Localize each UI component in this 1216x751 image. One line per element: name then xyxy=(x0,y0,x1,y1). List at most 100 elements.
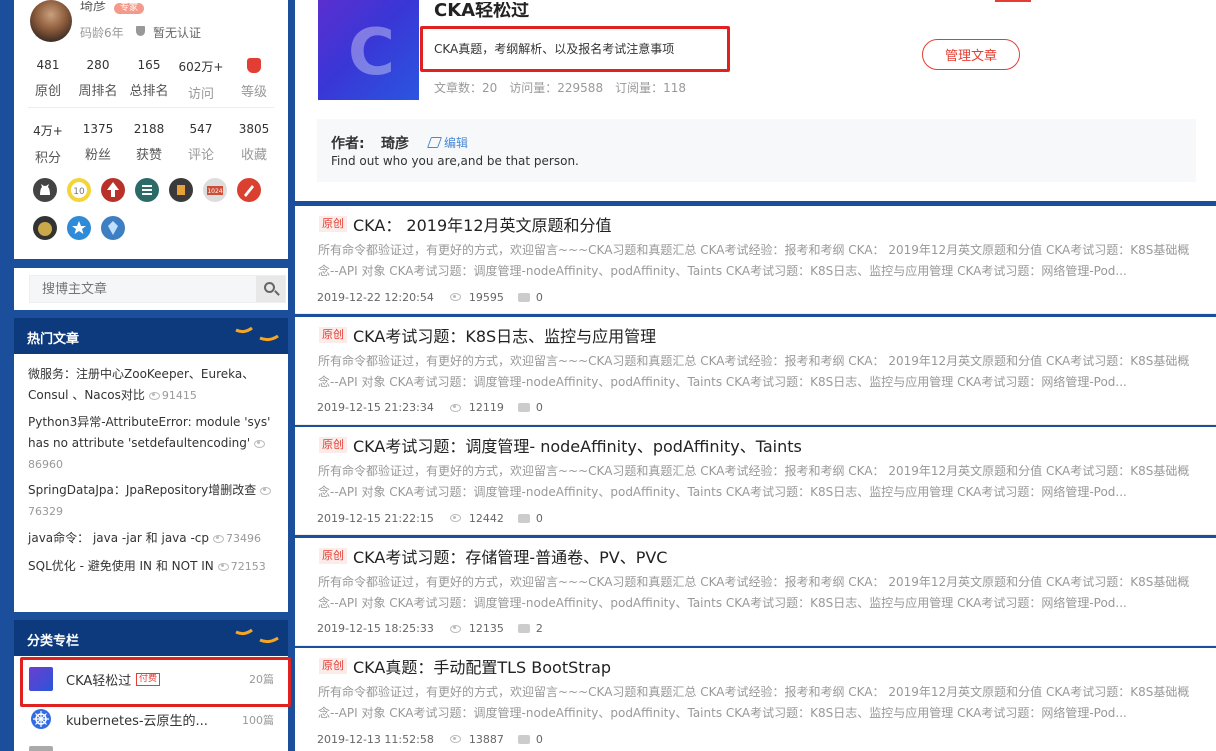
columns-header: 分类专栏 xyxy=(14,620,288,656)
article-date: 2019-12-13 11:52:58 xyxy=(317,732,434,746)
level-icon xyxy=(247,58,261,73)
article-title[interactable]: CKA： 2019年12月英文原题和分值 xyxy=(353,212,612,236)
stat-3[interactable]: 602万+ 访问 xyxy=(176,58,226,102)
stat-3[interactable]: 547 评论 xyxy=(176,122,226,163)
stat-value: 2188 xyxy=(133,122,165,136)
eye-icon xyxy=(449,293,461,301)
article-meta: 2019-12-15 21:23:34 12119 0 xyxy=(317,401,543,414)
shield-icon xyxy=(136,26,145,36)
code-age: 码龄6年 xyxy=(80,26,124,40)
view-count: 12119 xyxy=(468,401,504,414)
article-meta: 2019-12-15 18:25:33 12135 2 xyxy=(317,622,543,635)
hot-article-item[interactable]: SQL优化 - 避免使用 IN 和 NOT IN 72153 xyxy=(28,556,288,577)
github-badge-icon[interactable] xyxy=(32,177,58,203)
anniversary-badge-icon[interactable]: 10 xyxy=(66,177,92,203)
article-item[interactable]: 原创 CKA考试习题：K8S日志、监控与应用管理 所有命令都验证过，有更好的方式，欢… xyxy=(295,316,1216,425)
view-count: 91415 xyxy=(161,389,197,402)
article-title[interactable]: CKA真题：手动配置TLS BootStrap xyxy=(353,654,611,678)
svg-text:1024: 1024 xyxy=(207,188,222,195)
stat-1[interactable]: 1375 粉丝 xyxy=(73,122,123,163)
stat-1[interactable]: 280 周排名 xyxy=(73,58,123,99)
article-item[interactable]: 原创 CKA考试习题：调度管理- nodeAffinity、podAffinity… xyxy=(295,427,1216,535)
blog-badge-icon[interactable] xyxy=(168,177,194,203)
stat-4[interactable]: 3805 收藏 xyxy=(229,122,279,163)
stat-2[interactable]: 165 总排名 xyxy=(124,58,174,99)
article-date: 2019-12-15 21:22:15 xyxy=(317,511,434,525)
stat-0[interactable]: 4万+ 积分 xyxy=(23,122,73,166)
verify-status: 暂无认证 xyxy=(153,26,202,40)
vip-badge-icon[interactable] xyxy=(32,215,58,241)
view-count: 86960 xyxy=(28,458,63,471)
stat-4[interactable]: 等级 xyxy=(229,58,279,100)
search-box xyxy=(29,275,286,303)
column-name: kubernetes-云原生的... xyxy=(66,714,208,729)
list-badge-icon[interactable] xyxy=(134,177,160,203)
comment-count: 0 xyxy=(535,511,543,525)
gem-badge-icon[interactable] xyxy=(100,215,126,241)
author-name-link[interactable]: 琦彦 xyxy=(381,133,409,153)
search-button[interactable] xyxy=(256,276,285,302)
divider xyxy=(28,107,274,108)
hot-article-item[interactable]: Python3异常-AttributeError: module 'sys' h… xyxy=(28,412,288,475)
stat-value: 280 xyxy=(86,58,110,72)
article-item[interactable]: 原创 CKA： 2019年12月英文原题和分值 所有命令都验证过，有更好的方式，欢迎… xyxy=(295,206,1216,314)
hot-article-title: SpringDataJpa：JpaRepository增删改查 xyxy=(28,483,257,497)
edit-link[interactable]: 编辑 xyxy=(444,134,468,151)
comment-icon xyxy=(517,734,530,744)
top-toolbar-fragment xyxy=(995,0,1031,2)
1024-badge-icon[interactable]: 1024 xyxy=(202,177,228,203)
stat-label: 周排名 xyxy=(78,84,118,99)
hot-article-item[interactable]: java命令： java -jar 和 java -cp 73496 xyxy=(28,528,288,549)
boat-decoration-icon xyxy=(232,624,282,650)
eye-icon xyxy=(260,486,272,495)
article-title[interactable]: CKA考试习题：K8S日志、监控与应用管理 xyxy=(353,323,656,347)
article-item[interactable]: 原创 CKA真题：手动配置TLS BootStrap 所有命令都验证过，有更好的方式… xyxy=(295,648,1216,751)
author-card: 琦彦 专家 码龄6年 暂无认证 481 原创 280 周排名 165 总排名 602万+ 访问… xyxy=(14,0,288,259)
article-meta: 2019-12-22 12:20:54 19595 0 xyxy=(317,290,543,304)
column-stats: 文章数：20 访问量：229588 订阅量：118 xyxy=(434,81,686,95)
article-title[interactable]: CKA考试习题：调度管理- nodeAffinity、podAffinity、T… xyxy=(353,433,802,457)
columns-card: 分类专栏 CKA轻松过 付费 20篇 kubernetes-云原生的... 10… xyxy=(14,620,291,751)
article-date: 2019-12-15 18:25:33 xyxy=(317,622,434,635)
article-date: 2019-12-15 21:23:34 xyxy=(317,401,434,414)
hot-article-item[interactable]: 微服务：注册中心ZooKeeper、Eureka、Consul 、Nacos对比… xyxy=(28,364,288,406)
hot-article-item[interactable]: SpringDataJpa：JpaRepository增删改查 76329 xyxy=(28,480,288,522)
avatar[interactable] xyxy=(30,0,72,42)
stat-value: 1375 xyxy=(82,122,114,136)
view-count: 73496 xyxy=(226,532,261,545)
column-count: 100篇 xyxy=(242,714,274,727)
column-header-card: C CKA轻松过 CKA真题，考纲解析、以及报名考试注意事项 文章数：20 访问… xyxy=(295,0,1216,201)
stat-label: 获赞 xyxy=(135,148,162,163)
original-tag: 原创 xyxy=(319,547,347,564)
search-input[interactable] xyxy=(30,276,258,302)
rocket-badge-icon[interactable] xyxy=(100,177,126,203)
stat-label: 访问 xyxy=(187,87,214,102)
pen-badge-icon[interactable] xyxy=(236,177,262,203)
article-summary: 所有命令都验证过，有更好的方式，欢迎留言~~~CKA习题和真题汇总 CKA考试经… xyxy=(318,243,1190,278)
stat-value: 481 xyxy=(36,58,60,72)
comment-icon xyxy=(517,624,530,633)
article-title[interactable]: CKA考试习题：存储管理-普通卷、PV、PVC xyxy=(353,544,667,568)
author-name[interactable]: 琦彦 xyxy=(80,1,106,13)
column-title: CKA轻松过 xyxy=(434,2,530,20)
stat-value: 4万+ xyxy=(33,124,63,138)
stat-2[interactable]: 2188 获赞 xyxy=(124,122,174,163)
article-date: 2019-12-22 12:20:54 xyxy=(317,290,434,304)
star-badge-icon[interactable] xyxy=(66,215,92,241)
hot-article-title: Python3异常-AttributeError: module 'sys' h… xyxy=(28,415,271,450)
author-motto: Find out who you are,and be that person. xyxy=(331,154,579,168)
article-item[interactable]: 原创 CKA考试习题：存储管理-普通卷、PV、PVC 所有命令都验证过，有更好的方式… xyxy=(295,537,1216,646)
article-summary: 所有命令都验证过，有更好的方式，欢迎留言~~~CKA习题和真题汇总 CKA考试经… xyxy=(318,574,1190,610)
manage-articles-button[interactable]: 管理文章 xyxy=(922,39,1020,70)
stat-label: 评论 xyxy=(187,148,214,163)
column-item-kubernetes[interactable]: kubernetes-云原生的... 100篇 xyxy=(14,704,288,734)
kubernetes-icon xyxy=(30,708,52,730)
hot-articles-title: 热门文章 xyxy=(27,332,80,347)
view-count: 19595 xyxy=(468,290,504,304)
stat-0[interactable]: 481 原创 xyxy=(23,58,73,99)
description-highlight xyxy=(420,26,730,72)
hot-articles-card: 热门文章 微服务：注册中心ZooKeeper、Eureka、Consul 、Na… xyxy=(14,318,288,612)
author-label: 作者: xyxy=(331,136,365,152)
stat-label: 原创 xyxy=(34,84,61,99)
article-meta: 2019-12-13 11:52:58 13887 0 xyxy=(317,732,543,746)
